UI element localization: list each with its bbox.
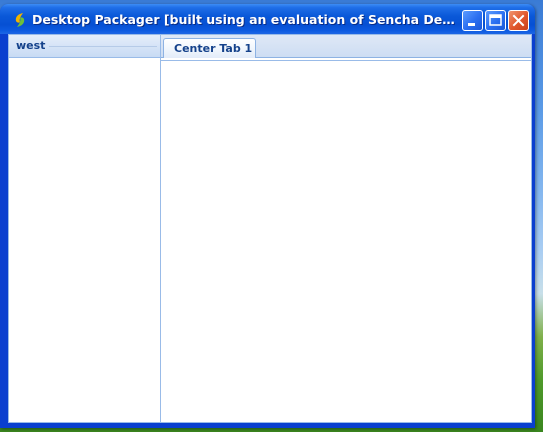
tab-label: Center Tab 1 xyxy=(174,42,253,55)
tab-content-area xyxy=(161,60,531,422)
tab-strip: Center Tab 1 xyxy=(161,35,531,58)
close-button[interactable] xyxy=(508,10,529,31)
window-title: Desktop Packager [built using an evaluat… xyxy=(32,12,457,27)
center-panel: Center Tab 1 xyxy=(161,35,531,422)
app-window: Desktop Packager [built using an evaluat… xyxy=(0,4,535,428)
app-leaf-icon[interactable] xyxy=(12,12,28,28)
close-icon xyxy=(512,14,525,27)
west-panel-header[interactable]: west xyxy=(9,35,160,58)
maximize-button[interactable] xyxy=(485,10,506,31)
header-divider xyxy=(49,46,157,47)
title-bar[interactable]: Desktop Packager [built using an evaluat… xyxy=(0,4,535,34)
maximize-icon xyxy=(489,14,502,26)
window-client-area: west Center Tab 1 xyxy=(8,34,532,423)
west-panel-title: west xyxy=(16,39,46,52)
tab-center-tab-1[interactable]: Center Tab 1 xyxy=(163,38,256,58)
west-panel: west xyxy=(9,35,161,422)
minimize-button[interactable] xyxy=(462,10,483,31)
minimize-icon xyxy=(468,23,475,26)
